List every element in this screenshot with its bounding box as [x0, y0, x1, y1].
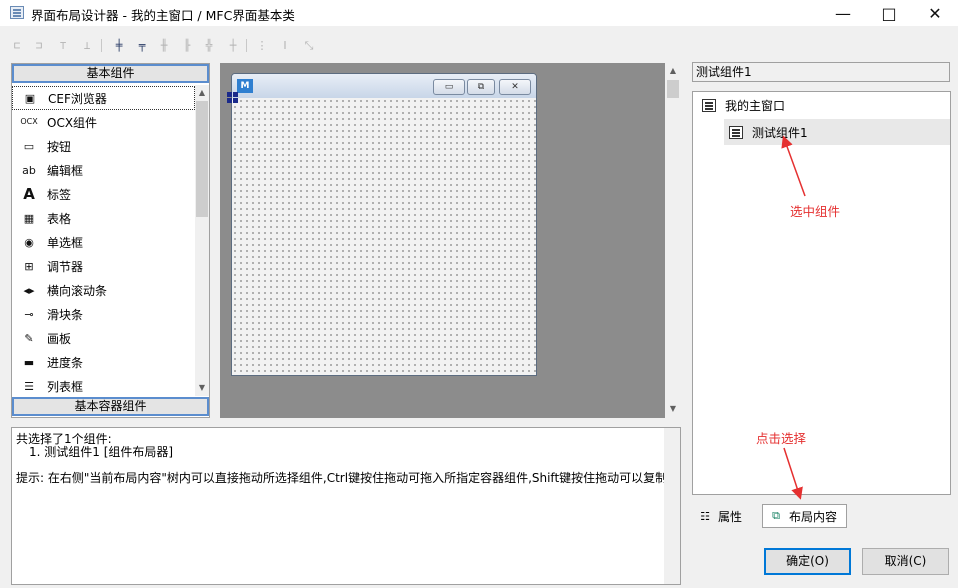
minimize-icon: ▭	[433, 79, 465, 95]
scroll-down-icon[interactable]: ▼	[195, 381, 209, 395]
palette-item[interactable]: ▦ 表格	[12, 206, 195, 230]
palette-item[interactable]: ▭ 按钮	[12, 134, 195, 158]
palette-item-label: 进度条	[47, 355, 84, 370]
title-bar: 界面布局设计器 - 我的主窗口 / MFC界面基本类 — □ ✕	[0, 0, 958, 26]
palette-item-label: 单选框	[47, 235, 84, 250]
palette-item-label: 表格	[47, 211, 72, 226]
scroll-thumb[interactable]	[196, 101, 208, 217]
distribute-vertical-icon[interactable]: ╟	[180, 39, 194, 52]
center-horizontal-icon[interactable]: ╪	[112, 39, 126, 52]
scroll-up-icon[interactable]: ▲	[666, 64, 680, 78]
label-icon: A	[23, 184, 35, 203]
scroll-thumb[interactable]	[667, 80, 679, 98]
app-icon	[10, 6, 24, 19]
palette-item-label: 标签	[47, 187, 72, 202]
align-left-icon[interactable]: ⊏	[10, 39, 24, 52]
component-palette: 基本组件 ▣ CEF浏览器 OCX OCX组件 ▭ 按钮 ab 编辑框 A 标签 ▦ 表格 ◉ 单选框 ⊞ 调…	[11, 63, 210, 418]
table-icon: ▦	[23, 211, 35, 225]
browser-icon: ▣	[24, 91, 36, 105]
editbox-icon: ab	[22, 163, 36, 177]
toolbar-separator	[101, 39, 102, 52]
palette-item-label: 画板	[47, 331, 72, 346]
canvas-scrollbar[interactable]: ▲ ▼	[665, 63, 681, 418]
align-bottom-icon[interactable]: ⊥	[80, 39, 94, 52]
info-scrollbar[interactable]	[664, 428, 680, 584]
selection-item: 1. 测试组件1 [组件布局器]	[29, 445, 174, 459]
palette-scrollbar[interactable]: ▲ ▼	[195, 85, 209, 396]
align-top-icon[interactable]: ⊤	[56, 39, 70, 52]
close-icon: ✕	[499, 79, 531, 95]
design-window-preview[interactable]: M ▭ ⧉ ✕	[231, 73, 537, 376]
palette-item-label: 调节器	[47, 259, 84, 274]
space-vertical-icon[interactable]: ┼	[226, 39, 240, 52]
scroll-up-icon[interactable]: ▲	[195, 86, 209, 100]
slider-icon: ⊸	[24, 307, 34, 321]
palette-item-label: 列表框	[47, 379, 84, 394]
palette-item-label: OCX组件	[47, 115, 98, 130]
selected-component-name: 测试组件1	[692, 62, 950, 82]
palette-item[interactable]: ▣ CEF浏览器	[12, 86, 195, 110]
annotation-select-component: 选中组件	[790, 204, 841, 219]
spinner-icon: ⊞	[24, 259, 34, 273]
align-toolbar: ⊏ ⊐ ⊤ ⊥ ╪ ╤ ╫ ╟ ╬ ┼ ⋮ Ⅰ ⤡	[0, 34, 330, 58]
window-title: 界面布局设计器 - 我的主窗口 / MFC界面基本类	[31, 8, 295, 23]
hscrollbar-icon: ◂▸	[23, 283, 35, 297]
canvas-icon: ✎	[24, 331, 34, 345]
restore-icon: ⧉	[467, 79, 495, 95]
progressbar-icon: ▬	[23, 355, 35, 369]
ocx-icon: OCX	[20, 117, 38, 126]
maximize-icon[interactable]: □	[866, 0, 912, 26]
palette-item-label: 横向滚动条	[47, 283, 108, 298]
same-height-icon[interactable]: Ⅰ	[278, 39, 292, 52]
selection-handle[interactable]	[227, 92, 239, 104]
palette-item-label: 编辑框	[47, 163, 84, 178]
layout-icon: ⧉	[772, 509, 780, 522]
space-horizontal-icon[interactable]: ╬	[202, 39, 216, 52]
palette-item-label: 按钮	[47, 139, 72, 154]
tab-label: 属性	[718, 509, 743, 524]
ok-button[interactable]: 确定(O)	[764, 548, 851, 575]
hint-text: 提示: 在右侧"当前布局内容"树内可以直接拖动所选择组件,Ctrl键按住拖动可拖…	[16, 471, 671, 485]
same-size-icon[interactable]: ⤡	[302, 39, 316, 52]
palette-item-label: CEF浏览器	[48, 91, 107, 106]
properties-icon: ☷	[700, 509, 710, 523]
selection-info-panel: 共选择了1个组件: 1. 测试组件1 [组件布局器] 提示: 在右侧"当前布局内…	[11, 427, 681, 585]
palette-item[interactable]: ☰ 列表框	[12, 374, 195, 396]
design-grid[interactable]	[232, 98, 536, 375]
palette-footer[interactable]: 基本容器组件	[12, 397, 209, 416]
close-icon[interactable]: ✕	[912, 0, 958, 26]
palette-item[interactable]: ab 编辑框	[12, 158, 195, 182]
palette-item[interactable]: ◂▸ 横向滚动条	[12, 278, 195, 302]
palette-item[interactable]: A 标签	[12, 182, 195, 206]
minimize-icon[interactable]: —	[820, 0, 866, 26]
button-icon: ▭	[23, 139, 35, 153]
palette-header[interactable]: 基本组件	[12, 64, 209, 83]
distribute-horizontal-icon[interactable]: ╫	[157, 39, 171, 52]
center-vertical-icon[interactable]: ╤	[135, 39, 149, 52]
toolbar-separator	[246, 39, 247, 52]
palette-list: ▣ CEF浏览器 OCX OCX组件 ▭ 按钮 ab 编辑框 A 标签 ▦ 表格 ◉ 单选框 ⊞ 调节器 ◂▸ 横…	[12, 85, 195, 396]
annotation-click-select: 点击选择	[756, 431, 807, 446]
palette-item[interactable]: OCX OCX组件	[12, 110, 195, 134]
tab-layout-content[interactable]: ⧉ 布局内容	[762, 504, 847, 528]
cancel-button[interactable]: 取消(C)	[862, 548, 949, 575]
radio-icon: ◉	[24, 235, 34, 249]
palette-item[interactable]: ✎ 画板	[12, 326, 195, 350]
same-width-icon[interactable]: ⋮	[255, 39, 269, 52]
palette-item[interactable]: ⊞ 调节器	[12, 254, 195, 278]
tab-label: 布局内容	[789, 509, 838, 524]
tab-properties[interactable]: ☷ 属性	[698, 504, 754, 528]
palette-item[interactable]: ⊸ 滑块条	[12, 302, 195, 326]
scroll-down-icon[interactable]: ▼	[666, 402, 680, 416]
palette-item[interactable]: ◉ 单选框	[12, 230, 195, 254]
palette-item-label: 滑块条	[47, 307, 84, 322]
design-window-titlebar: M ▭ ⧉ ✕	[232, 74, 536, 98]
listbox-icon: ☰	[24, 379, 34, 393]
palette-item[interactable]: ▬ 进度条	[12, 350, 195, 374]
window-logo-icon: M	[237, 79, 253, 93]
align-right-icon[interactable]: ⊐	[32, 39, 46, 52]
annotation-arrows	[781, 135, 806, 500]
